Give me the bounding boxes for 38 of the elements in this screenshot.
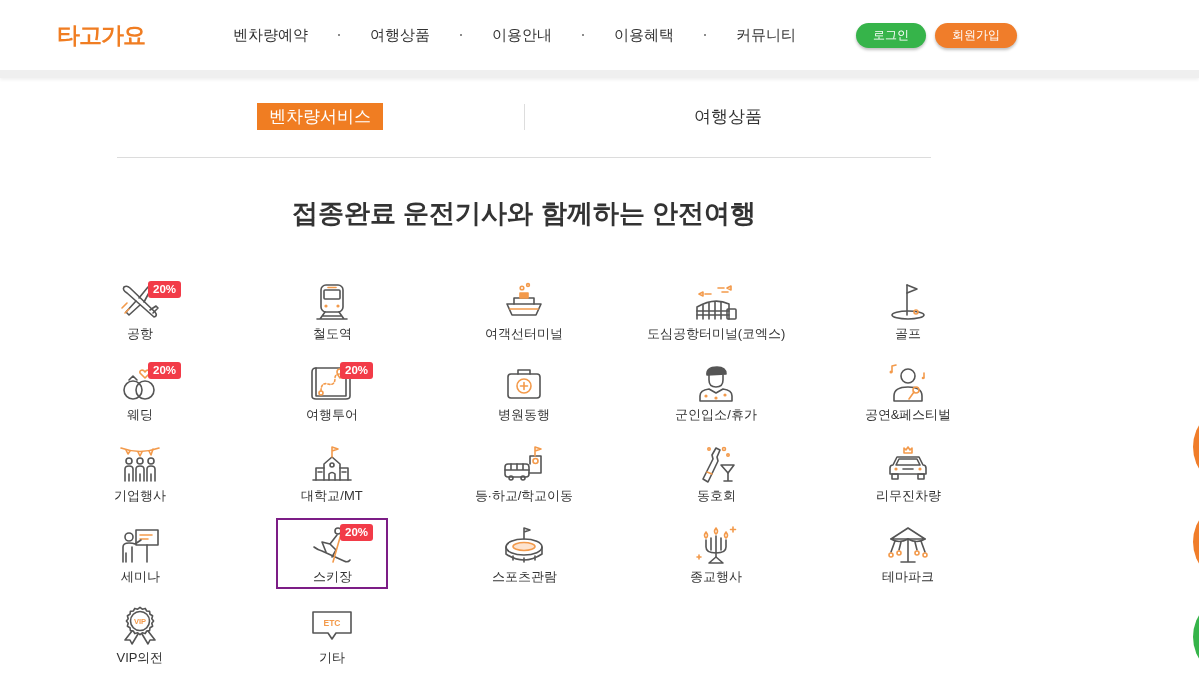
service-link[interactable]: 웨딩 20% (84, 356, 196, 427)
service-link[interactable]: 골프 (852, 275, 964, 346)
service-link[interactable]: 공연&페스티벌 (852, 356, 964, 427)
nav-link[interactable]: 이용안내 (492, 25, 552, 45)
tab[interactable]: 여행상품 (681, 103, 774, 130)
nav-link[interactable]: 이용혜택 (614, 25, 674, 45)
service-link[interactable]: 스키장 20% (276, 518, 388, 589)
service-link[interactable]: 종교행사 (660, 518, 772, 589)
stadium-icon (502, 525, 546, 565)
nav-link[interactable]: 벤차량예약 (233, 25, 308, 45)
service-link[interactable]: 동호회 (660, 437, 772, 508)
service-link[interactable]: 공항 20% (84, 275, 196, 346)
service-link[interactable]: 군인입소/휴가 (660, 356, 772, 427)
school-icon (310, 444, 354, 484)
service-link[interactable]: 여행투어 20% (276, 356, 388, 427)
service-link[interactable]: ETC 기타 (276, 599, 388, 670)
service-link[interactable]: 여객선터미널 (468, 275, 580, 346)
discount-badge: 20% (340, 362, 374, 379)
service-link[interactable]: 기업행사 (84, 437, 196, 508)
terminal-building-icon (694, 282, 738, 322)
candelabra-icon (694, 525, 738, 565)
service-link[interactable]: 병원동행 (468, 356, 580, 427)
service-link[interactable]: 세미나 (84, 518, 196, 589)
discount-badge: 20% (148, 281, 182, 298)
people-group-icon (118, 444, 162, 484)
discount-badge: 20% (148, 362, 182, 379)
service-link[interactable]: 도심공항터미널(코엑스) (640, 275, 792, 346)
nav-link[interactable]: 여행상품 (370, 25, 430, 45)
service-link[interactable]: 리무진차량 (852, 437, 964, 508)
service-link[interactable]: 스포츠관람 (468, 518, 580, 589)
service-link[interactable]: 테마파크 (852, 518, 964, 589)
service-link[interactable]: 등·하교/학교이동 (468, 437, 580, 508)
page-heading: 접종완료 운전기사와 함께하는 안전여행 (291, 197, 757, 230)
nav-link[interactable]: 커뮤니티 (736, 25, 796, 45)
service-link[interactable]: 대학교/MT (276, 437, 388, 508)
discount-badge: 20% (340, 524, 374, 541)
service-link[interactable]: 철도역 (276, 275, 388, 346)
carousel-icon (886, 525, 930, 565)
